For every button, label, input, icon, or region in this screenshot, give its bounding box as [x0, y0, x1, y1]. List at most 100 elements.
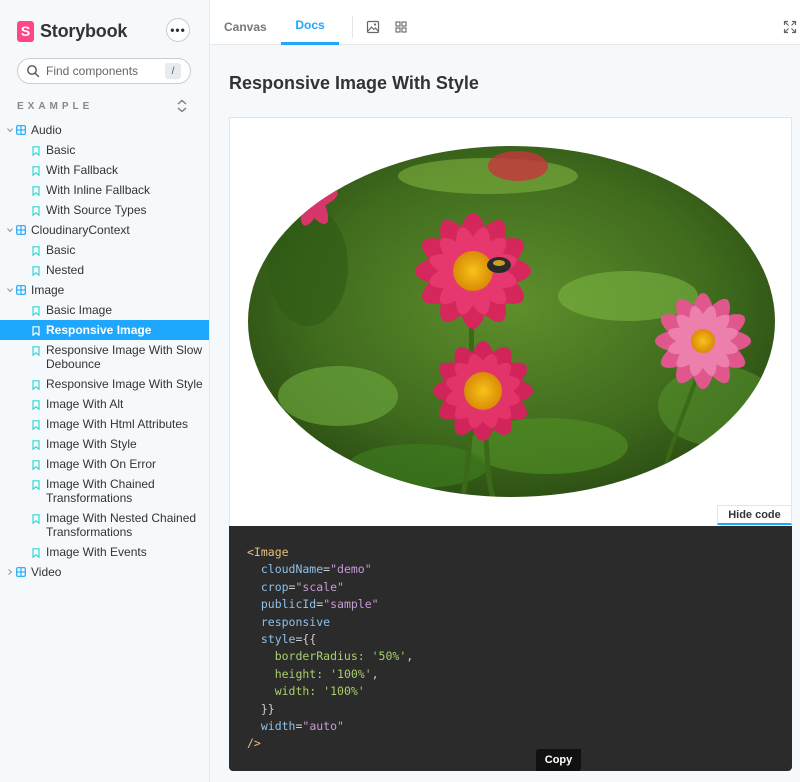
story-tree: Audio Basic With Fallback With Inline Fallb…	[0, 120, 209, 582]
menu-button[interactable]: •••	[166, 18, 190, 42]
tree-group[interactable]: Video	[0, 562, 209, 582]
tree-story[interactable]: Image With Alt	[0, 394, 209, 414]
code-token: responsive	[247, 614, 331, 629]
code-token: width:	[247, 684, 324, 699]
sidebar: S Storybook ••• / EXAMPLE Audio Basic With…	[0, 0, 209, 782]
search-shortcut-badge: /	[165, 63, 181, 79]
ellipsis-icon: •••	[170, 23, 186, 37]
tree-group-label: Image	[31, 283, 65, 297]
grid-icon[interactable]	[394, 20, 408, 34]
code-token: />	[247, 736, 261, 751]
code-token: style	[247, 631, 296, 646]
component-icon	[16, 285, 26, 295]
collapse-toggle-icon[interactable]	[176, 99, 188, 113]
code-token: "auto"	[302, 718, 344, 733]
bookmark-icon	[32, 186, 40, 196]
tree-story[interactable]: Image With Events	[0, 542, 209, 562]
component-icon	[16, 125, 26, 135]
code-token: "demo"	[330, 562, 372, 577]
code-line: width="auto"	[247, 718, 774, 735]
tree-story-label: With Fallback	[46, 163, 119, 177]
caret-down-icon	[7, 228, 13, 233]
code-line: <Image	[247, 544, 774, 561]
code-token: crop	[247, 579, 289, 594]
fullscreen-icon[interactable]	[783, 20, 797, 34]
search-icon	[27, 65, 40, 78]
tree-group[interactable]: CloudinaryContext	[0, 220, 209, 240]
code-line: crop="scale"	[247, 579, 774, 596]
tree-story[interactable]: Responsive Image With Slow Debounce	[0, 340, 209, 374]
hide-code-button[interactable]: Hide code	[717, 505, 792, 525]
code-token: ={{	[295, 631, 317, 646]
tree-story-label: With Inline Fallback	[46, 183, 151, 197]
tree-story[interactable]: With Fallback	[0, 160, 209, 180]
copy-button[interactable]: Copy	[536, 749, 581, 771]
tree-group[interactable]: Image	[0, 280, 209, 300]
tree-group-label: Video	[31, 565, 62, 579]
tree-story[interactable]: Responsive Image With Style	[0, 374, 209, 394]
tree-story-label: Basic Image	[46, 303, 113, 317]
caret-right-icon	[8, 569, 13, 575]
code-token: "sample"	[323, 597, 379, 612]
tab-canvas[interactable]: Canvas	[224, 8, 267, 45]
code-token: height:	[247, 666, 331, 681]
bookmark-icon	[32, 246, 40, 256]
brand[interactable]: S Storybook	[17, 19, 127, 43]
bookmark-icon	[32, 514, 40, 524]
tree-story-label: Nested	[46, 263, 85, 277]
bookmark-icon	[32, 146, 40, 156]
code-token: width	[247, 718, 296, 733]
tree-story-label: Image With On Error	[46, 457, 157, 471]
bookmark-icon	[32, 440, 40, 450]
code-token: '50%'	[371, 649, 407, 664]
search-input[interactable]	[46, 64, 156, 78]
code-token: cloudName	[247, 562, 324, 577]
code-token: "scale"	[295, 579, 344, 594]
code-token: '100%'	[323, 684, 365, 699]
search-box[interactable]: /	[17, 58, 191, 84]
page-title: Responsive Image With Style	[229, 73, 479, 93]
tree-story-label: Responsive Image	[46, 323, 152, 337]
tree-story[interactable]: With Source Types	[0, 200, 209, 220]
bookmark-icon	[32, 480, 40, 490]
tree-story-label: Image With Events	[46, 545, 147, 559]
tree-story[interactable]: Nested	[0, 260, 209, 280]
tab-docs[interactable]: Docs	[281, 8, 339, 45]
tree-group[interactable]: Audio	[0, 120, 209, 140]
component-icon	[16, 225, 26, 235]
tree-story[interactable]: Image With On Error	[0, 454, 209, 474]
code-token: publicId	[247, 597, 317, 612]
tree-story-label: Image With Chained Transformations	[46, 477, 155, 505]
tree-story-label: Image With Html Attributes	[46, 417, 189, 431]
tree-story[interactable]: Image With Nested Chained Transformation…	[0, 508, 209, 542]
bookmark-icon	[32, 306, 40, 316]
flower-image	[248, 146, 775, 497]
bookmark-icon	[32, 400, 40, 410]
tree-story[interactable]: Image With Chained Transformations	[0, 474, 209, 508]
code-line: responsive	[247, 614, 774, 631]
tree-story-label: Image With Alt	[46, 397, 124, 411]
main-panel: Canvas Docs Responsive Image With Style	[209, 0, 800, 782]
tree-story-label: Image With Style	[46, 437, 137, 451]
tree-story[interactable]: Basic	[0, 240, 209, 260]
section-title: EXAMPLE	[17, 101, 94, 112]
code-block: <Image cloudName="demo" crop="scale" pub…	[229, 526, 792, 771]
bookmark-icon	[32, 548, 40, 558]
tree-story[interactable]: Basic	[0, 140, 209, 160]
storybook-logo-icon: S	[17, 20, 34, 42]
image-background-icon[interactable]	[366, 20, 380, 34]
bookmark-icon	[32, 346, 40, 356]
tree-group-label: Audio	[31, 123, 62, 137]
toolbar: Canvas Docs	[210, 8, 800, 45]
code-line: width: '100%'	[247, 683, 774, 700]
code-token: '100%'	[330, 666, 372, 681]
tree-story[interactable]: Image With Style	[0, 434, 209, 454]
code-line: borderRadius: '50%',	[247, 648, 774, 665]
tree-story[interactable]: Image With Html Attributes	[0, 414, 209, 434]
code-line: />	[247, 735, 774, 752]
code-token: ,	[406, 649, 414, 664]
bookmark-icon	[32, 206, 40, 216]
tree-story[interactable]: Responsive Image	[0, 320, 209, 340]
tree-story[interactable]: Basic Image	[0, 300, 209, 320]
tree-story[interactable]: With Inline Fallback	[0, 180, 209, 200]
